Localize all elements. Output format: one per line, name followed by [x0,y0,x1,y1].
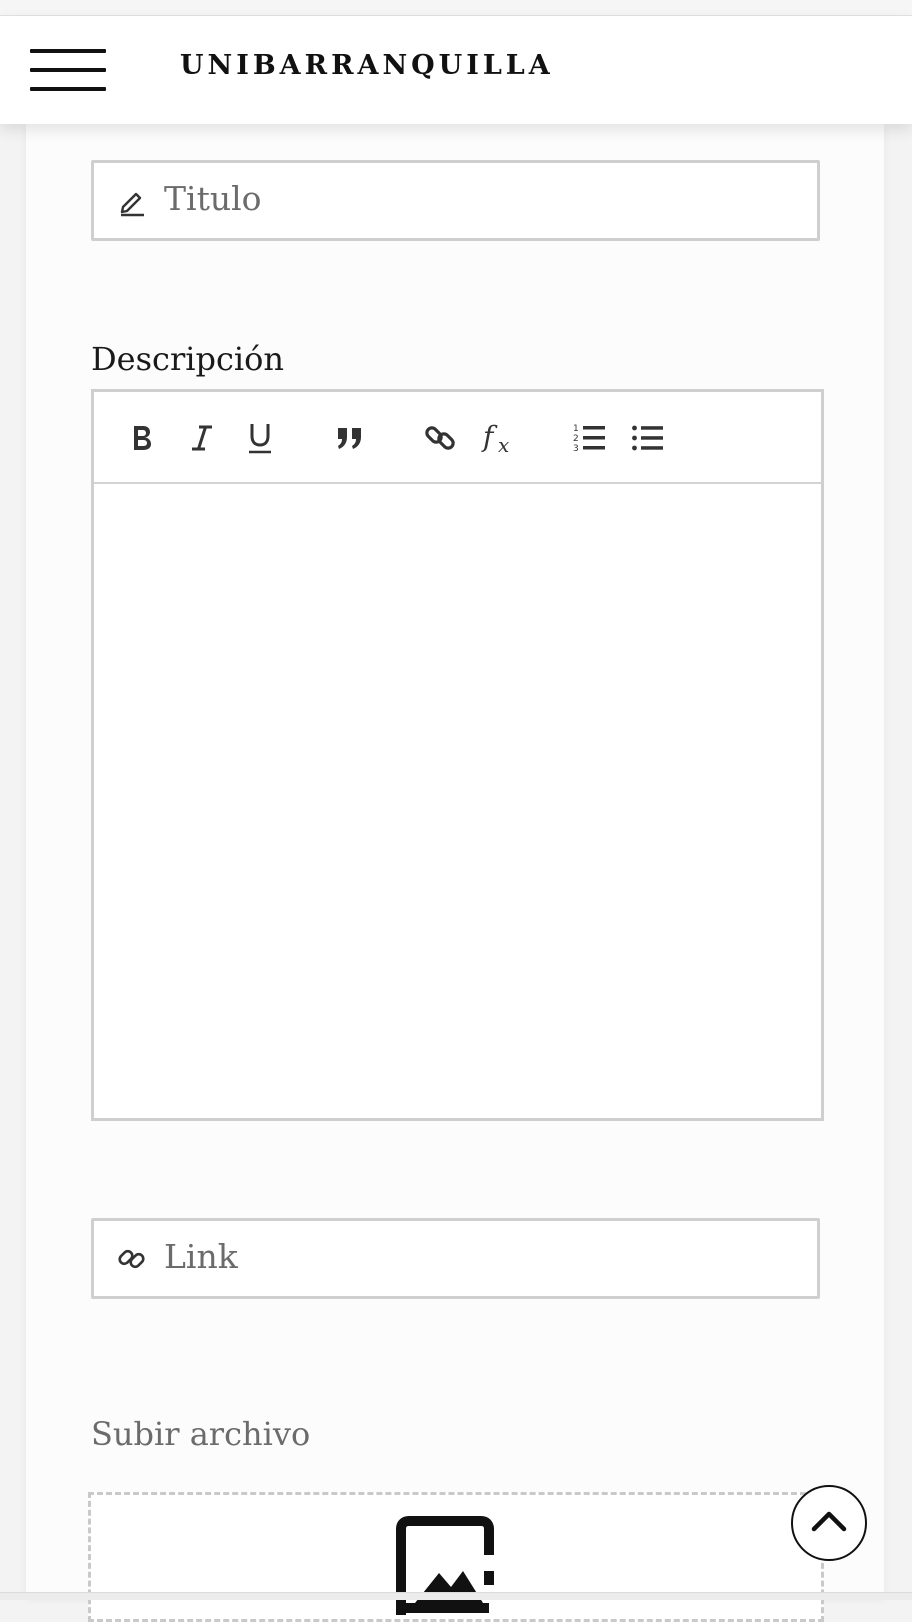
title-field[interactable]: Titulo [91,160,820,241]
link-field[interactable]: Link [91,1218,820,1299]
description-label: Descripción [91,340,284,378]
chevron-up-icon [811,1509,847,1537]
bullet-list-icon[interactable] [628,418,668,458]
scroll-to-top-button[interactable] [791,1485,867,1561]
description-editor-area[interactable] [94,484,821,1118]
italic-icon[interactable] [182,418,222,458]
link-placeholder: Link [164,1237,238,1276]
ordered-list-icon[interactable]: 1 2 3 [570,418,610,458]
hamburger-menu-icon[interactable] [30,49,106,93]
svg-text:3: 3 [573,444,579,454]
title-placeholder: Titulo [164,179,262,218]
quote-icon[interactable] [330,418,370,458]
link-icon [116,1243,148,1275]
link-icon[interactable] [420,418,460,458]
bold-icon[interactable] [122,418,162,458]
top-status-strip [0,0,912,16]
app-header: UNIBARRANQUILLA [0,16,912,124]
file-dropzone[interactable] [88,1492,824,1622]
image-upload-icon [393,1515,497,1615]
svg-text:1: 1 [573,424,579,434]
svg-text:x: x [498,433,509,456]
bottom-edge [0,1592,912,1600]
underline-icon[interactable] [240,418,280,458]
formula-icon[interactable]: f x [478,418,524,458]
pencil-icon [116,185,148,217]
svg-text:f: f [481,420,498,453]
svg-text:2: 2 [573,434,579,444]
upload-label: Subir archivo [91,1415,311,1453]
editor-toolbar: f x 1 2 3 [94,392,821,484]
brand-title: UNIBARRANQUILLA [180,50,554,81]
rich-text-editor: f x 1 2 3 [91,389,824,1121]
